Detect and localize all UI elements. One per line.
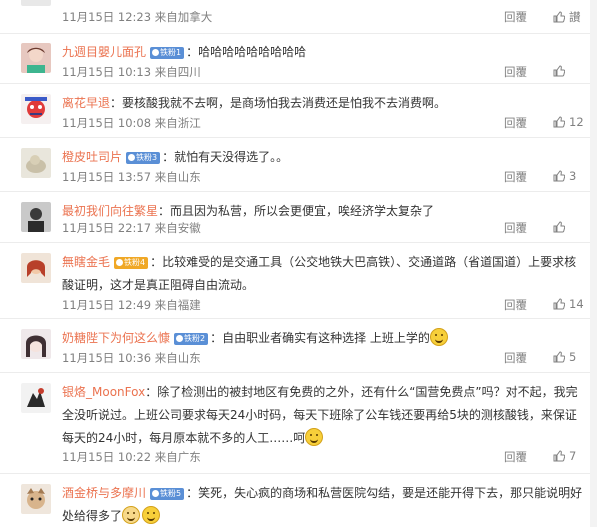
like-button[interactable]	[553, 64, 569, 78]
comment-line: ：而且因为私营，所以会更便宜，唉经济学太复杂了	[158, 204, 435, 218]
comment-line: ：笑死，失心疯的商场和私营医院勾结，要是还能开得下去，那只能说明好	[186, 486, 583, 500]
comment-meta: 11月15日 10:36 来自山东	[62, 351, 201, 365]
thumbs-up-icon	[553, 351, 565, 363]
avatar[interactable]	[21, 202, 51, 232]
previous-comment-footer: 11月15日 12:23 来自加拿大 回覆 讃	[0, 0, 597, 34]
comment-meta: 11月15日 10:13 来自四川	[62, 65, 201, 79]
like-button[interactable]: 14	[553, 297, 584, 311]
fan-badge[interactable]: 铁粉3	[126, 152, 161, 164]
comment-text: 银烙_MoonFox：除了检测出的被封地区有免费的之外，还有什么“国营免费点”吗…	[62, 381, 583, 450]
comment-meta: 11月15日 10:08 来自浙江	[62, 116, 201, 130]
fan-badge[interactable]: 铁粉2	[174, 333, 209, 345]
username-link[interactable]: 奶糖陛下为何这么慷	[62, 331, 170, 345]
smile-emoji-icon	[305, 428, 324, 446]
username-link[interactable]: 最初我们向往繁星	[62, 204, 158, 218]
avatar[interactable]	[21, 329, 51, 359]
comment-meta: 11月15日 13:57 来自山东	[62, 170, 201, 184]
username-link[interactable]: 银烙_MoonFox	[62, 385, 145, 399]
like-button[interactable]	[553, 220, 569, 234]
comment-line: ：哈哈哈哈哈哈哈哈哈	[186, 45, 307, 59]
username-link[interactable]: 九週目嬰儿面孔	[62, 45, 146, 59]
comment-text: 無瞎金毛 铁粉4 ：比较难受的是交通工具（公交地铁大巴高铁）、交通道路（省道国道）上…	[62, 251, 583, 297]
fan-badge[interactable]: 铁粉1	[150, 47, 185, 59]
comment-line: ：要核酸我就不去啊，是商场怕我去消费还是怕我不去消费啊。	[110, 96, 447, 110]
like-count: 14	[569, 297, 584, 311]
like-button[interactable]: 5	[553, 350, 576, 364]
reply-button[interactable]: 回覆	[504, 9, 527, 25]
fan-badge[interactable]: 铁粉4	[114, 257, 149, 269]
like-count: 12	[569, 115, 584, 129]
reply-button[interactable]: 回覆	[504, 169, 527, 185]
thumbs-up-icon	[553, 170, 565, 182]
avatar[interactable]	[21, 383, 51, 413]
scrollbar[interactable]	[590, 0, 597, 527]
badge-icon	[128, 154, 136, 161]
comment-item: 最初我们向往繁星：而且因为私营，所以会更便宜，唉经济学太复杂了 11月15日 2…	[0, 192, 597, 243]
comment-text: 九週目嬰儿面孔 铁粉1 ：哈哈哈哈哈哈哈哈哈	[62, 41, 583, 64]
reply-button[interactable]: 回覆	[504, 297, 527, 313]
comment-line: 每天的24小时，每月原本就不多的人工……呵	[62, 431, 306, 445]
like-button[interactable]: 讃	[553, 9, 581, 25]
comment-meta: 11月15日 10:22 来自广东	[62, 450, 201, 464]
comment-item: 橙皮吐司片 铁粉3 ：就怕有天没得选了。。 11月15日 13:57 来自山东 回覆…	[0, 138, 597, 192]
comment-line: ：自由职业者确实有这种选择 上班上学的	[210, 331, 430, 345]
comment-text: 酒金桥与多摩川 铁粉5 ：笑死，失心疯的商场和私营医院勾结，要是还能开得下去，那只能…	[62, 482, 583, 528]
badge-icon	[176, 335, 184, 342]
smile-emoji-icon	[429, 328, 448, 346]
reply-button[interactable]: 回覆	[504, 350, 527, 366]
reply-button[interactable]: 回覆	[504, 115, 527, 131]
comment-text: 奶糖陛下为何这么慷 铁粉2 ：自由职业者确实有这种选择 上班上学的	[62, 327, 583, 350]
comment-meta: 11月15日 22:17 来自安徽	[62, 221, 201, 235]
badge-icon	[152, 49, 160, 56]
comment-item: 银烙_MoonFox：除了检测出的被封地区有免费的之外，还有什么“国营免费点”吗…	[0, 373, 597, 474]
comment-text: 橙皮吐司片 铁粉3 ：就怕有天没得选了。。	[62, 146, 583, 169]
username-link[interactable]: 橙皮吐司片	[62, 150, 122, 164]
thumbs-up-icon	[553, 11, 565, 23]
comment-item: 無瞎金毛 铁粉4 ：比较难受的是交通工具（公交地铁大巴高铁）、交通道路（省道国道）上…	[0, 243, 597, 319]
like-button[interactable]: 7	[553, 449, 576, 463]
thumbs-up-icon	[553, 65, 565, 77]
avatar[interactable]	[21, 253, 51, 283]
avatar[interactable]	[21, 0, 51, 6]
thumbs-up-icon	[553, 116, 565, 128]
fan-badge[interactable]: 铁粉5	[150, 488, 185, 500]
username-link[interactable]: 酒金桥与多摩川	[62, 486, 146, 500]
comment-text: 离花早退：要核酸我就不去啊，是商场怕我去消费还是怕我不去消费啊。	[62, 92, 583, 115]
laughing-emoji-icon	[142, 506, 161, 524]
avatar[interactable]	[21, 43, 51, 73]
comment-line: 全没听说过。上班公司要求每天24小时码，每天下班除了公车钱还要再给5块的测核酸钱…	[62, 408, 577, 422]
like-count: 7	[569, 449, 577, 463]
comment-line: 处给得多了	[62, 509, 123, 523]
comment-meta: 11月15日 12:49 来自福建	[62, 298, 201, 312]
like-count: 3	[569, 169, 577, 183]
comment-item: 九週目嬰儿面孔 铁粉1 ：哈哈哈哈哈哈哈哈哈 11月15日 10:13 来自四川 回…	[0, 33, 597, 84]
like-count: 讃	[569, 10, 581, 24]
reply-button[interactable]: 回覆	[504, 449, 527, 465]
reply-button[interactable]: 回覆	[504, 220, 527, 236]
victory-hand-emoji-icon	[122, 506, 141, 524]
comment-line: 酸证明，这才是真正阻碍自由流动。	[62, 278, 255, 292]
thumbs-up-icon	[553, 298, 565, 310]
badge-icon	[152, 490, 160, 497]
username-link[interactable]: 無瞎金毛	[62, 255, 110, 269]
thumbs-up-icon	[553, 450, 565, 462]
comment-item: 奶糖陛下为何这么慷 铁粉2 ：自由职业者确实有这种选择 上班上学的 11月15日 1…	[0, 319, 597, 373]
username-link[interactable]: 离花早退	[62, 96, 110, 110]
comment-line: ：除了检测出的被封地区有免费的之外，还有什么“国营免费点”吗？对不起，我完	[145, 385, 578, 399]
thumbs-up-icon	[553, 221, 565, 233]
avatar[interactable]	[21, 94, 51, 124]
comment-item: 酒金桥与多摩川 铁粉5 ：笑死，失心疯的商场和私营医院勾结，要是还能开得下去，那只能…	[0, 474, 597, 527]
avatar[interactable]	[21, 484, 51, 514]
avatar[interactable]	[21, 148, 51, 178]
like-button[interactable]: 12	[553, 115, 584, 129]
comment-item: 离花早退：要核酸我就不去啊，是商场怕我去消费还是怕我不去消费啊。 11月15日 …	[0, 84, 597, 138]
like-button[interactable]: 3	[553, 169, 576, 183]
comment-line: ：就怕有天没得选了。。	[162, 150, 289, 164]
comment-meta: 11月15日 12:23 来自加拿大	[62, 10, 213, 24]
badge-icon	[116, 259, 124, 266]
like-count: 5	[569, 350, 577, 364]
reply-button[interactable]: 回覆	[504, 64, 527, 80]
comment-line: ：比较难受的是交通工具（公交地铁大巴高铁）、交通道路（省道国道）上要求核	[150, 255, 577, 269]
